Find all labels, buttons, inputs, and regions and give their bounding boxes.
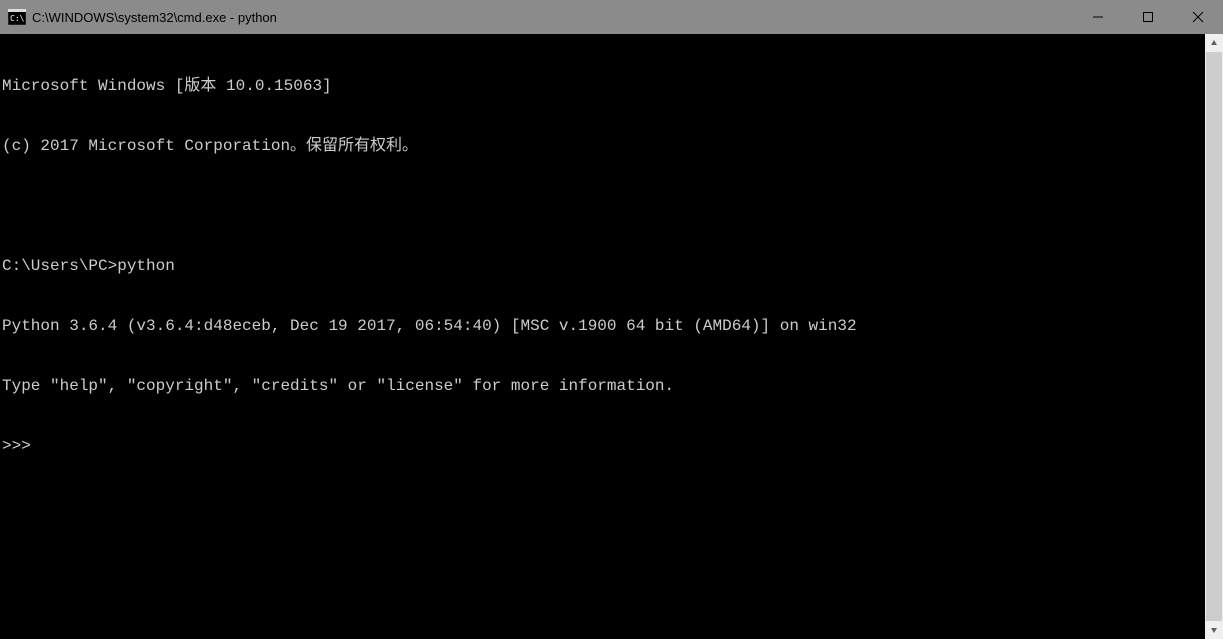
window-controls [1073, 0, 1223, 34]
prompt: C:\Users\PC> [2, 257, 117, 275]
vertical-scrollbar[interactable] [1205, 34, 1223, 639]
terminal-line: Type "help", "copyright", "credits" or "… [2, 376, 1205, 396]
scroll-down-button[interactable] [1205, 621, 1223, 639]
command: python [117, 257, 175, 275]
cmd-icon: C:\ [8, 9, 26, 25]
scrollbar-thumb[interactable] [1206, 52, 1222, 621]
terminal-line: Microsoft Windows [版本 10.0.15063] [2, 76, 1205, 96]
close-button[interactable] [1173, 0, 1223, 34]
scroll-up-button[interactable] [1205, 34, 1223, 52]
window-title: C:\WINDOWS\system32\cmd.exe - python [32, 10, 277, 25]
scrollbar-track[interactable] [1205, 52, 1223, 621]
terminal-line: (c) 2017 Microsoft Corporation。保留所有权利。 [2, 136, 1205, 156]
terminal-line: >>> [2, 436, 1205, 456]
svg-text:C:\: C:\ [10, 14, 25, 23]
terminal-container: Microsoft Windows [版本 10.0.15063] (c) 20… [0, 34, 1223, 639]
terminal-line: Python 3.6.4 (v3.6.4:d48eceb, Dec 19 201… [2, 316, 1205, 336]
terminal[interactable]: Microsoft Windows [版本 10.0.15063] (c) 20… [0, 34, 1205, 639]
maximize-button[interactable] [1123, 0, 1173, 34]
minimize-button[interactable] [1073, 0, 1123, 34]
titlebar[interactable]: C:\ C:\WINDOWS\system32\cmd.exe - python [0, 0, 1223, 34]
terminal-line: C:\Users\PC>python [2, 256, 1205, 276]
terminal-line [2, 196, 1205, 216]
